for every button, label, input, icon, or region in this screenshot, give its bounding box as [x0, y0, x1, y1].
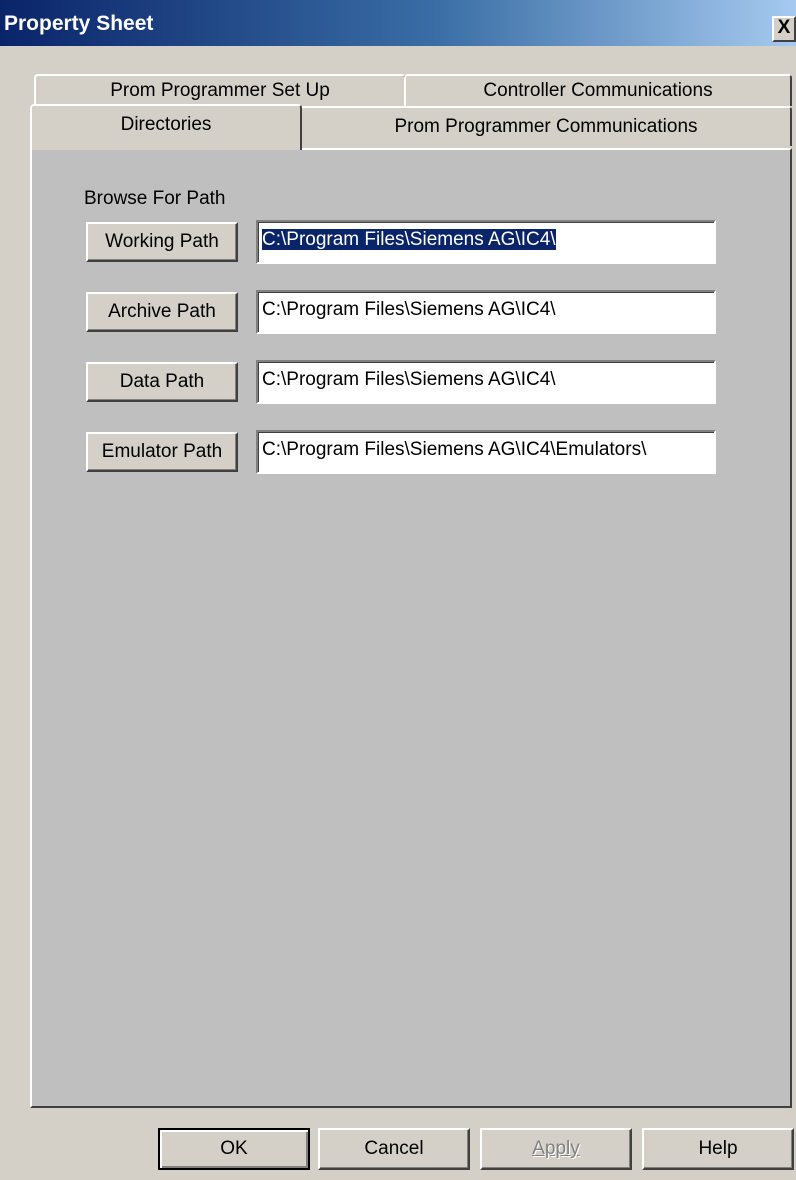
cancel-button[interactable]: Cancel — [318, 1128, 470, 1170]
ok-button[interactable]: OK — [158, 1128, 310, 1170]
working-path-field[interactable]: C:\Program Files\Siemens AG\IC4\ — [256, 220, 716, 264]
tab-label: Directories — [120, 114, 212, 135]
tab-prom-programmer-communications[interactable]: Prom Programmer Communications — [300, 106, 792, 146]
working-path-button[interactable]: Working Path — [86, 222, 238, 262]
apply-label: Apply — [532, 1138, 580, 1159]
working-path-value: C:\Program Files\Siemens AG\IC4\ — [262, 229, 556, 250]
archive-path-field[interactable]: C:\Program Files\Siemens AG\IC4\ — [256, 290, 716, 334]
close-icon: X — [777, 17, 791, 38]
archive-path-value: C:\Program Files\Siemens AG\IC4\ — [262, 299, 556, 320]
archive-path-button[interactable]: Archive Path — [86, 292, 238, 332]
tab-label: Prom Programmer Set Up — [110, 80, 330, 101]
tab-label: Controller Communications — [483, 80, 713, 101]
close-button[interactable]: X — [772, 16, 796, 42]
data-path-value: C:\Program Files\Siemens AG\IC4\ — [262, 369, 556, 390]
emulator-path-button[interactable]: Emulator Path — [86, 432, 238, 472]
emulator-path-field[interactable]: C:\Program Files\Siemens AG\IC4\Emulator… — [256, 430, 716, 474]
data-path-field[interactable]: C:\Program Files\Siemens AG\IC4\ — [256, 360, 716, 404]
apply-button[interactable]: Apply — [480, 1128, 632, 1170]
tab-prom-programmer-set-up[interactable]: Prom Programmer Set Up — [34, 74, 406, 106]
tab-label: Prom Programmer Communications — [394, 116, 698, 137]
help-button[interactable]: Help — [642, 1128, 794, 1170]
window-title: Property Sheet — [4, 12, 154, 35]
tab-directories[interactable]: Directories — [30, 104, 302, 150]
emulator-path-value: C:\Program Files\Siemens AG\IC4\Emulator… — [262, 439, 647, 460]
tab-controller-communications[interactable]: Controller Communications — [404, 74, 792, 106]
title-bar: Property Sheet X — [0, 0, 796, 46]
data-path-button[interactable]: Data Path — [86, 362, 238, 402]
browse-for-path-label: Browse For Path — [84, 188, 226, 209]
